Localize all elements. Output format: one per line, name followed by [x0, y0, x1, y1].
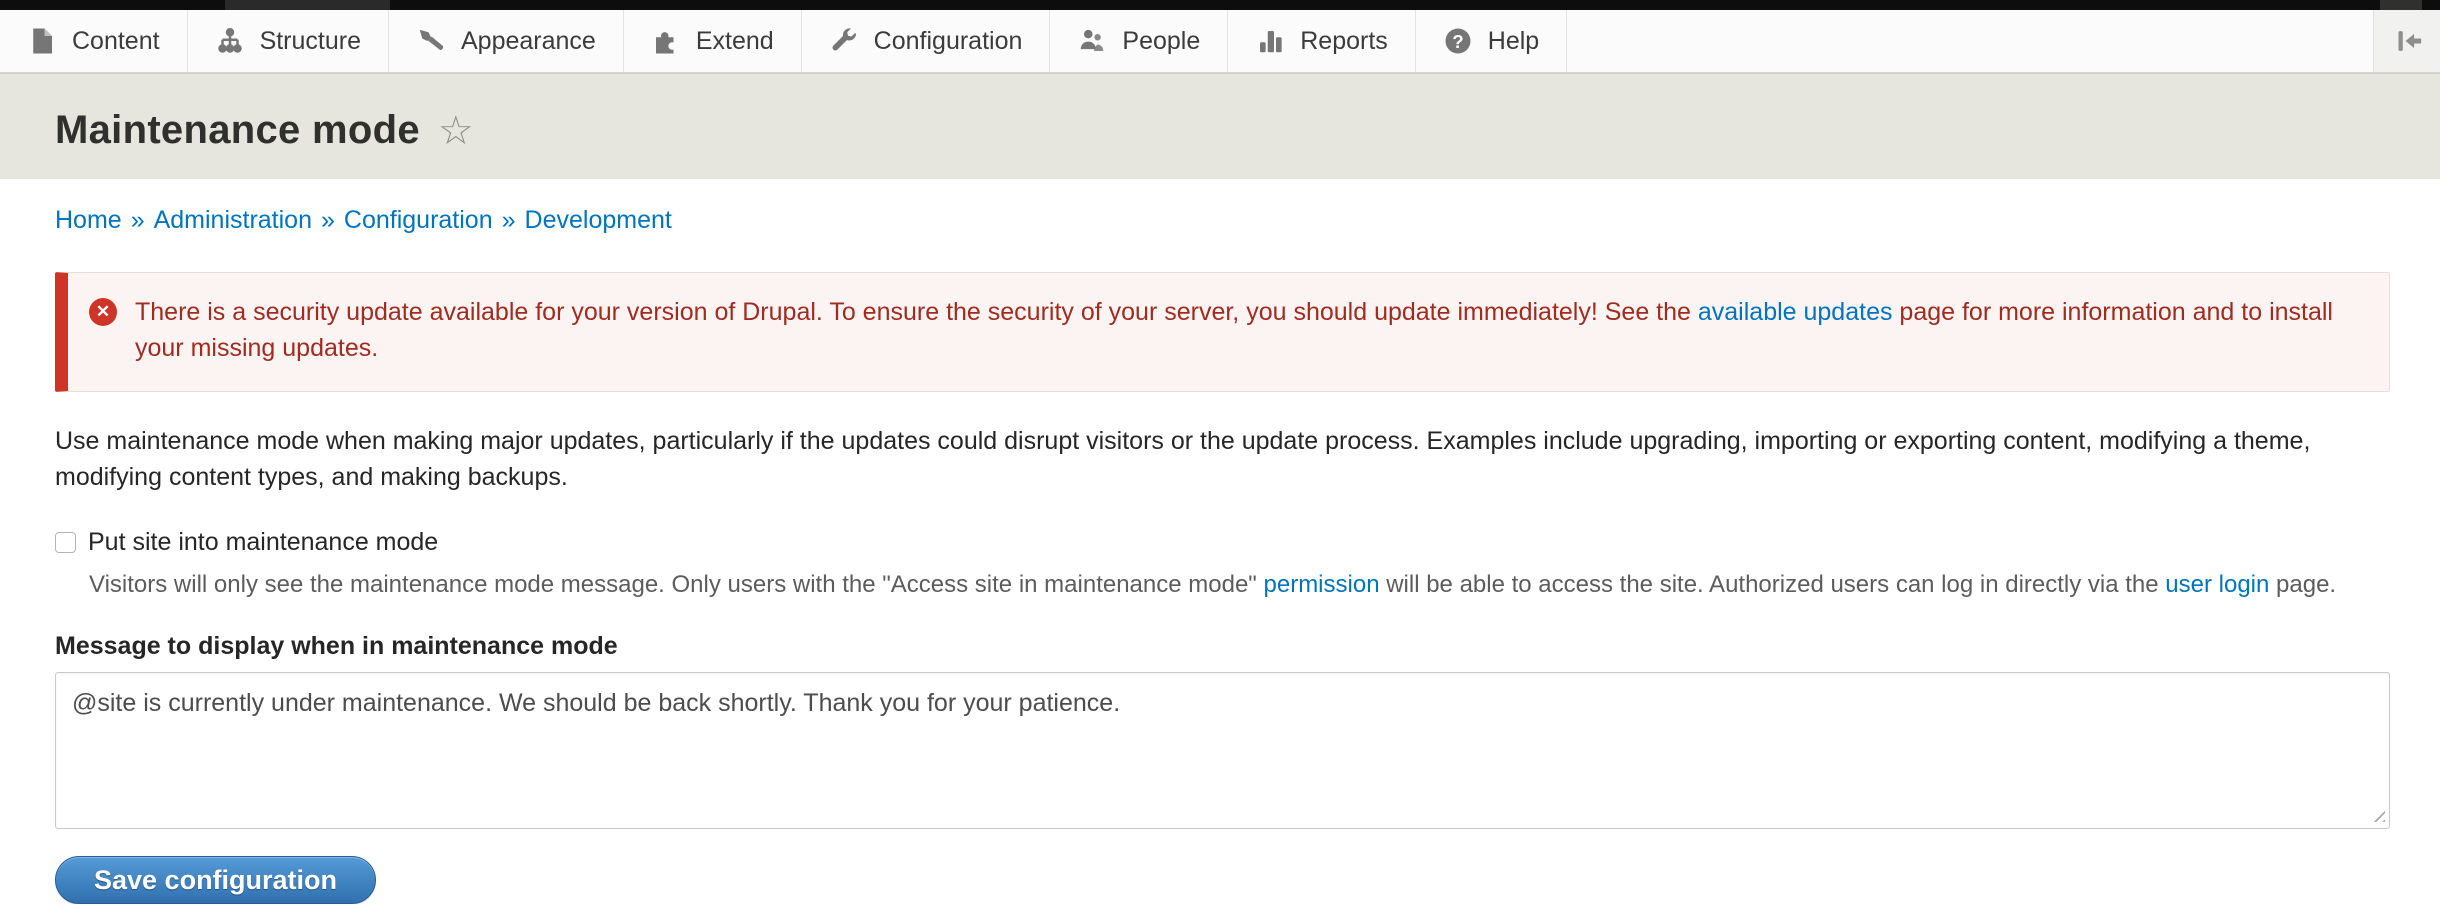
security-update-error-message: ✕ There is a security update available f… [55, 272, 2390, 392]
description-text: will be able to access the site. Authori… [1380, 571, 2166, 598]
help-icon: ? [1443, 26, 1473, 56]
admin-toolbar: Content Structure Appearance Extend [0, 10, 2440, 73]
save-configuration-button[interactable]: Save configuration [55, 856, 376, 904]
appearance-icon [416, 26, 446, 56]
toolbar-item-content[interactable]: Content [0, 10, 188, 72]
toolbar-item-label: Content [72, 27, 160, 56]
breadcrumb-separator: » [131, 206, 145, 234]
main-content: Home » Administration » Configuration » Develo… [0, 206, 2440, 904]
maintenance-mode-checkbox-description: Visitors will only see the maintenance m… [89, 568, 2390, 601]
toolbar-collapse-button[interactable] [2373, 10, 2440, 72]
error-text-before: There is a security update available for… [135, 298, 1698, 326]
error-x-icon: ✕ [89, 298, 117, 326]
message-field-wrapper: @site is currently under maintenance. We… [55, 672, 2390, 829]
maintenance-message-textarea[interactable]: @site is currently under maintenance. We… [55, 672, 2390, 829]
top-strip-segment [225, 0, 390, 10]
error-message-text: There is a security update available for… [135, 294, 2359, 366]
toolbar-item-appearance[interactable]: Appearance [389, 10, 624, 72]
configuration-icon [829, 26, 859, 56]
available-updates-link[interactable]: available updates [1698, 298, 1893, 326]
toolbar-item-people[interactable]: People [1050, 10, 1228, 72]
structure-icon [215, 26, 245, 56]
description-text: Visitors will only see the maintenance m… [89, 571, 1264, 598]
user-login-link[interactable]: user login [2165, 571, 2269, 598]
toolbar-item-label: Structure [260, 27, 361, 56]
extend-icon [651, 26, 681, 56]
toolbar-item-label: Appearance [461, 27, 596, 56]
toolbar-item-reports[interactable]: Reports [1228, 10, 1416, 72]
content-icon [27, 26, 57, 56]
toolbar-item-label: People [1122, 27, 1200, 56]
svg-text:?: ? [1452, 31, 1463, 52]
star-outline-icon[interactable]: ☆ [438, 111, 474, 151]
toolbar-item-label: Extend [696, 27, 774, 56]
page-title-text: Maintenance mode [55, 108, 420, 153]
maintenance-mode-checkbox-row: Put site into maintenance mode [55, 528, 2390, 557]
toolbar-item-configuration[interactable]: Configuration [802, 10, 1051, 72]
toolbar-item-help[interactable]: ? Help [1416, 10, 1567, 72]
top-strip-segment-right [2380, 0, 2422, 10]
page-header: Maintenance mode ☆ [0, 73, 2440, 179]
people-icon [1077, 26, 1107, 56]
maintenance-mode-checkbox[interactable] [55, 532, 76, 553]
top-strip [0, 0, 2440, 10]
toolbar-item-label: Help [1488, 27, 1539, 56]
toolbar-spacer [1567, 10, 2373, 72]
collapse-left-icon [2390, 24, 2424, 58]
breadcrumb-separator: » [321, 206, 335, 234]
toolbar-item-structure[interactable]: Structure [188, 10, 389, 72]
maintenance-mode-intro-text: Use maintenance mode when making major u… [55, 423, 2390, 495]
breadcrumb-link-development[interactable]: Development [525, 206, 672, 234]
breadcrumb-link-home[interactable]: Home [55, 206, 122, 234]
maintenance-mode-checkbox-label[interactable]: Put site into maintenance mode [88, 528, 438, 557]
description-text: page. [2269, 571, 2336, 598]
breadcrumb-link-administration[interactable]: Administration [154, 206, 312, 234]
toolbar-item-label: Reports [1300, 27, 1388, 56]
breadcrumb-link-configuration[interactable]: Configuration [344, 206, 493, 234]
page-title: Maintenance mode ☆ [55, 108, 2440, 153]
permission-link[interactable]: permission [1264, 571, 1380, 598]
toolbar-item-label: Configuration [874, 27, 1023, 56]
toolbar-item-extend[interactable]: Extend [624, 10, 802, 72]
reports-icon [1255, 26, 1285, 56]
breadcrumb: Home » Administration » Configuration » Develo… [55, 206, 2390, 235]
message-field-label: Message to display when in maintenance m… [55, 632, 2390, 661]
breadcrumb-separator: » [502, 206, 516, 234]
